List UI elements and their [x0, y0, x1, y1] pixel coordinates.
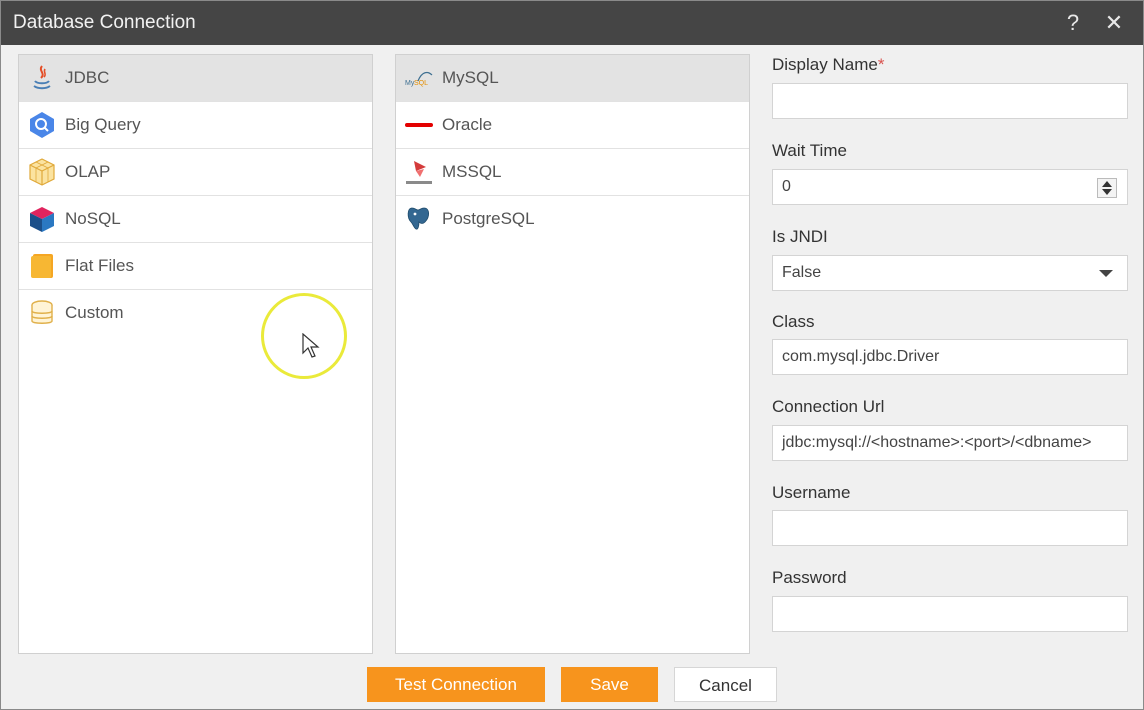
password-input[interactable]	[772, 596, 1128, 632]
postgresql-icon	[407, 207, 430, 230]
wait-time-value: 0	[782, 178, 791, 195]
required-mark: *	[877, 55, 885, 74]
mouse-pointer-icon	[302, 333, 320, 358]
category-label: NoSQL	[65, 209, 121, 228]
chevron-down-icon	[1099, 270, 1113, 277]
class-value: com.mysql.jdbc.Driver	[782, 348, 940, 365]
password-label: Password	[772, 568, 847, 587]
driver-list: My SQL MySQL Oracle MSSQL PostgreSQL	[395, 54, 750, 654]
mysql-icon: My SQL	[405, 71, 433, 87]
oracle-icon	[405, 123, 433, 127]
driver-item-postgresql[interactable]: PostgreSQL	[396, 196, 749, 243]
category-label: JDBC	[65, 68, 110, 87]
svg-text:SQL: SQL	[414, 80, 428, 87]
display-name-input[interactable]	[772, 83, 1128, 119]
driver-label: PostgreSQL	[442, 209, 535, 228]
database-connection-dialog: Database Connection ? ✕ JDBC Big Query O…	[0, 0, 1144, 710]
title-bar: Database Connection ? ✕	[1, 1, 1143, 45]
category-label: Flat Files	[65, 256, 134, 275]
sqlserver-icon	[406, 161, 432, 184]
database-icon	[31, 300, 53, 324]
class-label: Class	[772, 312, 815, 331]
nosql-cube-icon	[30, 207, 54, 232]
driver-item-mysql[interactable]: My SQL MySQL	[396, 55, 749, 102]
display-name-label-text: Display Name	[772, 55, 878, 74]
display-name-label: Display Name*	[772, 55, 884, 75]
category-item-big-query[interactable]: Big Query	[19, 102, 372, 149]
file-icon	[31, 254, 53, 278]
driver-label: Oracle	[442, 115, 493, 134]
category-label: OLAP	[65, 162, 111, 181]
close-button[interactable]: ✕	[1100, 9, 1128, 37]
dialog-title: Database Connection	[13, 12, 196, 33]
class-input[interactable]: com.mysql.jdbc.Driver	[772, 339, 1128, 375]
spinner-arrows-icon[interactable]	[1097, 178, 1117, 198]
category-label: Custom	[65, 303, 124, 322]
is-jndi-label: Is JNDI	[772, 227, 828, 246]
category-label: Big Query	[65, 115, 141, 134]
wait-time-stepper[interactable]: 0	[772, 169, 1128, 205]
wait-time-label: Wait Time	[772, 141, 847, 160]
category-item-nosql[interactable]: NoSQL	[19, 196, 372, 243]
help-button[interactable]: ?	[1059, 9, 1087, 37]
test-connection-button[interactable]: Test Connection	[367, 667, 545, 702]
username-input[interactable]	[772, 510, 1128, 546]
driver-label: MySQL	[442, 68, 499, 87]
driver-item-mssql[interactable]: MSSQL	[396, 149, 749, 196]
is-jndi-select[interactable]: False	[772, 255, 1128, 291]
connection-url-value: jdbc:mysql://<hostname>:<port>/<dbname>	[782, 434, 1092, 451]
username-label: Username	[772, 483, 851, 502]
connection-url-label: Connection Url	[772, 397, 885, 416]
is-jndi-value: False	[782, 264, 822, 281]
driver-item-oracle[interactable]: Oracle	[396, 102, 749, 149]
driver-label: MSSQL	[442, 162, 502, 181]
category-item-jdbc[interactable]: JDBC	[19, 55, 372, 102]
save-button[interactable]: Save	[561, 667, 658, 702]
bigquery-icon	[30, 112, 54, 138]
olap-cube-icon	[29, 158, 55, 186]
category-item-olap[interactable]: OLAP	[19, 149, 372, 196]
category-item-flat-files[interactable]: Flat Files	[19, 243, 372, 290]
java-icon	[33, 65, 51, 90]
connection-url-input[interactable]: jdbc:mysql://<hostname>:<port>/<dbname>	[772, 425, 1128, 461]
cancel-button[interactable]: Cancel	[674, 667, 777, 702]
